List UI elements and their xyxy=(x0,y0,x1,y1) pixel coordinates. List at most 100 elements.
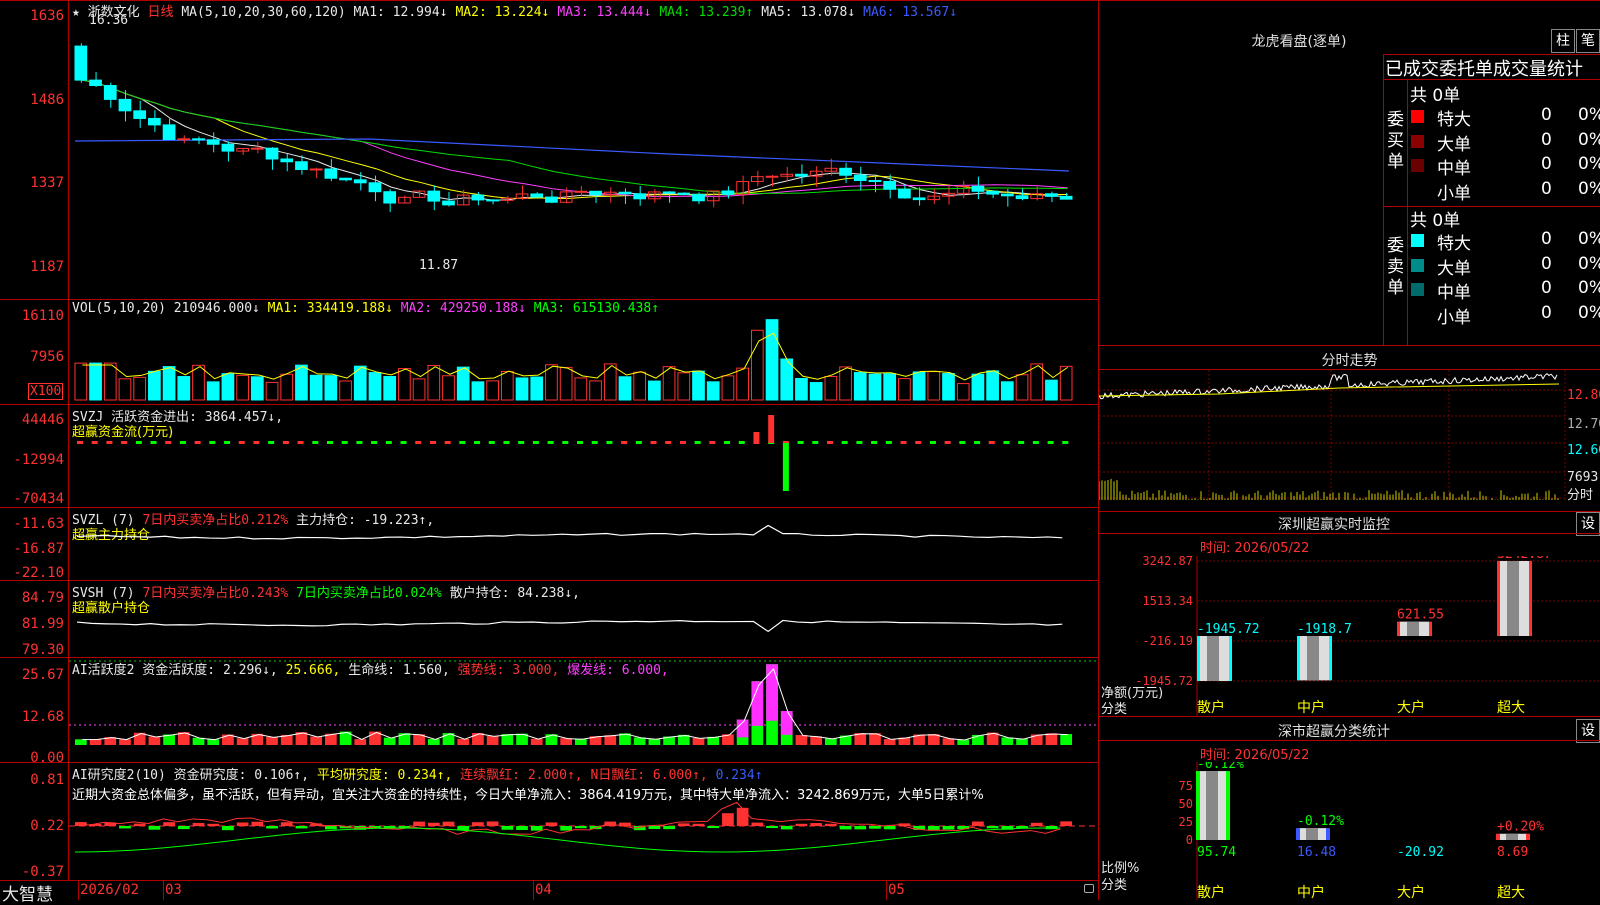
candle-body xyxy=(824,167,838,172)
candle-body xyxy=(780,173,794,177)
szc-bar-shade xyxy=(1306,828,1318,840)
szc-top-label: -0.12% xyxy=(1297,814,1344,829)
candle-body xyxy=(677,192,691,195)
volume-bar xyxy=(1030,363,1044,401)
svzj-bar xyxy=(724,441,731,444)
szc-bar-edge xyxy=(1226,771,1230,840)
szc-bar-edge xyxy=(1196,771,1200,840)
svsh-y-tick: 79.30 xyxy=(21,642,64,658)
volume-bar xyxy=(339,380,352,401)
svzl-chart[interactable] xyxy=(69,508,1097,579)
svzj-bar xyxy=(665,441,672,444)
sell-row-pct: 0% xyxy=(1578,253,1600,274)
sell-row-color-3 xyxy=(1411,307,1424,321)
volume-bar xyxy=(74,362,88,401)
vol-y-tick: 16110 xyxy=(21,308,64,324)
lock-icon[interactable] xyxy=(1084,884,1094,893)
sz-class-chart[interactable]: 75 50 25 0 -0.12% -0.12% +0.20% 95.74 16.48 -20.9… xyxy=(1099,762,1600,900)
svsh-chart[interactable] xyxy=(69,581,1097,656)
tick-view-button[interactable]: 笔 xyxy=(1576,29,1600,53)
intraday-vol-unit: 分时 xyxy=(1567,488,1593,503)
volume-bar xyxy=(721,375,735,401)
intraday-chart[interactable]: 12.80 12.70 12.60 7693 分时 xyxy=(1099,370,1600,511)
szm-bar-label: -1918.7 xyxy=(1297,622,1352,637)
candlestick-chart[interactable]: 16.36 11.87 xyxy=(69,14,1097,298)
research-bar xyxy=(1030,822,1043,826)
svzj-bar xyxy=(650,441,657,444)
volume-bar xyxy=(309,374,323,401)
vol-unit-badge[interactable]: X100 xyxy=(28,383,64,400)
candle-body xyxy=(589,190,602,196)
ai-research-chart[interactable] xyxy=(69,800,1097,879)
research-bar xyxy=(163,822,175,826)
volume-bar xyxy=(868,373,882,401)
research-bar xyxy=(986,826,999,829)
volume-bar xyxy=(692,370,705,401)
szm-category-label: 中户 xyxy=(1297,700,1325,716)
brand-logo[interactable]: 大智慧 xyxy=(2,880,53,905)
volume-bar xyxy=(265,381,279,401)
volume-bar xyxy=(677,372,691,401)
sz-monitor-chart[interactable]: 3242.871513.34-216.19-1945.72-1945.72 -19… xyxy=(1099,556,1600,716)
research-bar xyxy=(839,826,852,830)
buy-row-count: 0 xyxy=(1541,129,1552,150)
active-bar xyxy=(383,737,396,745)
svzj-bar xyxy=(518,441,525,444)
volume-bar xyxy=(574,377,588,401)
dragon-tabs[interactable]: 已成交委托单成交量统计 xyxy=(1385,55,1583,81)
ai-active-chart[interactable] xyxy=(69,658,1097,761)
volume-chart[interactable] xyxy=(69,316,1097,403)
ai-research-y-tick: 0.81 xyxy=(30,772,64,788)
x-axis-label: 04 xyxy=(535,882,552,898)
research-bar xyxy=(942,826,955,830)
bar-view-button[interactable]: 柱 xyxy=(1551,29,1575,53)
main-y-tick: 1187 xyxy=(30,259,64,275)
svzj-bar xyxy=(327,441,333,444)
svzj-chart[interactable] xyxy=(69,405,1097,506)
active-bar xyxy=(883,739,896,745)
candle-body xyxy=(368,182,382,193)
research-bar xyxy=(854,826,867,830)
svzj-bar xyxy=(1018,441,1025,444)
svzj-bar xyxy=(474,441,481,444)
volume-bar xyxy=(1045,379,1058,401)
candle-body xyxy=(898,188,911,199)
svzj-bar xyxy=(1047,441,1054,444)
buy-row-count: 0 xyxy=(1541,105,1552,125)
svzj-bar xyxy=(797,441,804,444)
svzj-bar xyxy=(871,441,878,444)
candle-body xyxy=(383,191,397,204)
candle-body xyxy=(324,168,338,179)
candle-body xyxy=(1045,193,1058,197)
svsh-y-tick: 81.99 xyxy=(21,616,64,632)
szc-top-label: +0.20% xyxy=(1497,820,1544,835)
szm-bar-edge xyxy=(1529,561,1532,636)
volume-bar xyxy=(956,383,970,401)
svzj-bar xyxy=(812,441,819,444)
buy-row-label: 大单 xyxy=(1437,134,1471,155)
buy-row-label: 中单 xyxy=(1437,159,1471,179)
candle-body xyxy=(574,190,588,193)
svzj-bar xyxy=(694,441,701,444)
active-bar xyxy=(457,738,470,745)
candle-body xyxy=(103,85,117,100)
research-bar xyxy=(427,822,440,826)
volume-bar xyxy=(442,375,455,401)
volume-bar xyxy=(1015,374,1029,401)
active-bar-highlight xyxy=(766,664,778,721)
candle-body xyxy=(839,167,852,176)
candle-body xyxy=(912,197,926,201)
svzj-bar xyxy=(297,441,304,444)
svzj-bar xyxy=(459,441,466,444)
szc-y-tick: 50 xyxy=(1179,797,1193,811)
volume-bar xyxy=(295,364,308,401)
svzj-bar xyxy=(929,441,936,444)
svzj-bar xyxy=(106,441,113,444)
svzj-bar xyxy=(885,441,892,444)
szc-y-tick: 0 xyxy=(1186,833,1193,847)
volume-bar xyxy=(486,380,499,401)
active-bar xyxy=(236,738,249,745)
candle-body xyxy=(280,158,294,163)
sell-row-count: 0 xyxy=(1541,278,1552,298)
research-bar xyxy=(192,822,205,826)
